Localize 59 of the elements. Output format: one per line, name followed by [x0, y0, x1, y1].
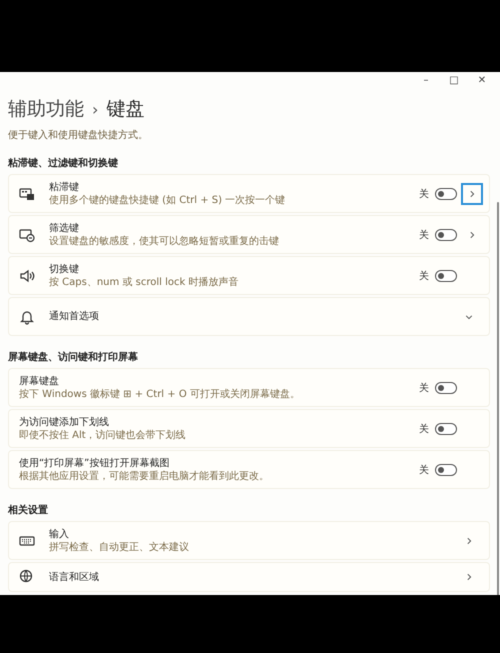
toggle-state-label: 关 — [419, 188, 429, 200]
settings-row[interactable]: 通知首选项 — [8, 297, 490, 336]
chevron-icon[interactable] — [465, 573, 473, 581]
chevron-icon — [468, 230, 476, 238]
setting-description: 即使不按住 Alt，访问键也会带下划线 — [19, 428, 187, 442]
settings-row[interactable]: 输入 拼写检查、自动更正、文本建议 — [8, 521, 490, 560]
page-description: 便于键入和使用键盘快捷方式。 — [8, 128, 149, 142]
setting-description: 根据其他应用设置，可能需要重启电脑才能看到此更改。 — [19, 470, 270, 482]
close-button[interactable]: ✕ — [470, 72, 494, 88]
chevron-button[interactable] — [461, 182, 483, 204]
setting-title: 输入 — [49, 528, 70, 540]
setting-title: 通知首选项 — [49, 310, 100, 323]
settings-row[interactable]: 屏幕键盘 按下 Windows 徽标键 ⊞ + Ctrl + O 可打开或关闭屏幕键盘。 关 — [8, 368, 490, 407]
scrollbar[interactable] — [497, 202, 499, 595]
toggle-switch[interactable] — [435, 464, 457, 476]
setting-title: 切换键 — [49, 262, 80, 276]
toggle-state-label: 关 — [419, 270, 429, 282]
toggle-state-label: 关 — [419, 422, 429, 436]
toggle-switch[interactable] — [435, 228, 457, 240]
settings-row[interactable]: 粘滞键 使用多个键的键盘快捷键 (如 Ctrl + S) 一次按一个键 关 — [8, 174, 490, 213]
page-title: 键盘 — [106, 97, 144, 122]
setting-title: 语言和区域 — [49, 570, 100, 584]
settings-row[interactable]: 语言和区域 — [8, 562, 490, 592]
speaker-icon — [19, 268, 35, 284]
toggle-switch[interactable] — [435, 270, 457, 282]
section-heading: 相关设置 — [8, 504, 49, 517]
setting-title: 屏幕键盘 — [19, 374, 60, 388]
keyboard-icon — [19, 226, 35, 242]
settings-row[interactable]: 使用“打印屏幕”按钮打开屏幕截图 根据其他应用设置，可能需要重启电脑才能看到此更改。 关 — [8, 450, 490, 489]
settings-row[interactable]: 筛选键 设置键盘的敏感度，使其可以忽略短暂或重复的击键 关 — [8, 215, 490, 254]
setting-title: 为访问键添加下划线 — [19, 416, 110, 428]
chevron-icon[interactable] — [465, 312, 473, 320]
settings-row[interactable]: 为访问键添加下划线 即使不按住 Alt，访问键也会带下划线 关 — [8, 409, 490, 448]
toggle-state-label: 关 — [419, 464, 429, 476]
breadcrumb-parent[interactable]: 辅助功能 — [8, 96, 84, 122]
setting-description: 按下 Windows 徽标键 ⊞ + Ctrl + O 可打开或关闭屏幕键盘。 — [19, 388, 301, 400]
chevron-icon[interactable] — [465, 536, 473, 544]
setting-title: 筛选键 — [49, 222, 80, 234]
setting-description: 设置键盘的敏感度，使其可以忽略短暂或重复的击键 — [49, 234, 280, 248]
setting-description: 使用多个键的键盘快捷键 (如 Ctrl + S) 一次按一个键 — [49, 194, 286, 206]
setting-description: 拼写检查、自动更正、文本建议 — [49, 540, 190, 554]
breadcrumb-separator: › — [92, 100, 98, 118]
toggle-state-label: 关 — [419, 228, 429, 242]
section-heading: 屏幕键盘、访问键和打印屏幕 — [8, 350, 139, 364]
chevron-icon — [468, 190, 476, 198]
setting-description: 按 Caps、num 或 scroll lock 时播放声音 — [49, 276, 240, 288]
bell-icon — [19, 308, 35, 324]
setting-title: 使用“打印屏幕”按钮打开屏幕截图 — [19, 456, 170, 470]
setting-title: 粘滞键 — [49, 180, 80, 194]
keyboard-icon — [19, 186, 35, 202]
maximize-button[interactable]: □ — [442, 72, 466, 88]
toggle-switch[interactable] — [435, 188, 457, 200]
minimize-button[interactable]: – — [414, 72, 438, 88]
section-heading: 粘滞键、过滤键和切换键 — [8, 156, 119, 170]
toggle-switch[interactable] — [435, 382, 457, 394]
globe-icon — [19, 569, 35, 585]
toggle-state-label: 关 — [419, 382, 429, 394]
settings-row[interactable]: 切换键 按 Caps、num 或 scroll lock 时播放声音 关 — [8, 256, 490, 295]
toggle-switch[interactable] — [435, 422, 457, 434]
